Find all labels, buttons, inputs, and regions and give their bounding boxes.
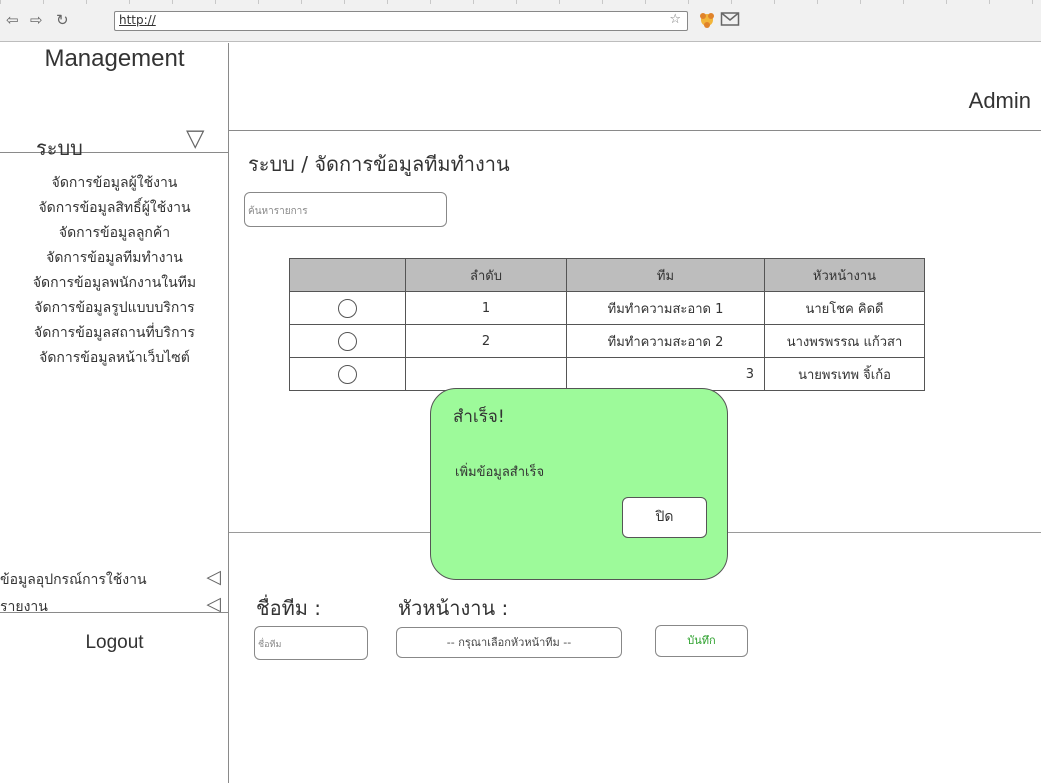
column-header-no: ลำดับ bbox=[405, 258, 567, 292]
sidebar-menu: จัดการข้อมูลผู้ใช้งาน จัดการข้อมูลสิทธิ์… bbox=[0, 171, 229, 371]
table-cell-select[interactable] bbox=[289, 291, 406, 325]
radio-button[interactable] bbox=[338, 331, 357, 351]
ruler-ticks bbox=[0, 0, 1041, 4]
sidebar-item-label: ข้อมูลอุปกรณ์การใช้งาน bbox=[0, 572, 147, 588]
app-brand: Management bbox=[44, 45, 185, 72]
sidebar bbox=[0, 43, 229, 783]
table-cell-team: ทีมทำความสะอาด 1 bbox=[566, 291, 765, 325]
sidebar-item-equipment[interactable]: ข้อมูลอุปกรณ์การใช้งาน ◁ bbox=[0, 566, 229, 591]
sidebar-item-service-types[interactable]: จัดการข้อมูลรูปแบบบริการ bbox=[0, 296, 229, 321]
table-header-row: ลำดับ ทีม หัวหน้างาน bbox=[289, 258, 925, 292]
address-bar[interactable]: http:// ☆ bbox=[114, 11, 688, 31]
table-row[interactable]: 2 ทีมทำความสะอาด 2 นางพรพรรณ แก้วสา bbox=[289, 324, 925, 358]
url-text: http:// bbox=[119, 13, 156, 27]
table-cell-no: 2 bbox=[405, 324, 567, 358]
dialog-message: เพิ่มข้อมูลสำเร็จ bbox=[455, 465, 545, 480]
search-input[interactable]: ค้นหารายการ bbox=[244, 192, 447, 227]
team-name-input[interactable]: ชื่อทีม bbox=[254, 626, 368, 660]
sidebar-item-teams[interactable]: จัดการข้อมูลทีมทำงาน bbox=[0, 246, 229, 271]
table-cell-select[interactable] bbox=[289, 324, 406, 358]
column-header-team: ทีม bbox=[566, 258, 765, 292]
sidebar-item-user-permissions[interactable]: จัดการข้อมูลสิทธิ์ผู้ใช้งาน bbox=[0, 196, 229, 221]
table-cell-select[interactable] bbox=[289, 357, 406, 391]
back-arrow-icon[interactable]: ⇦ bbox=[6, 11, 19, 29]
browser-toolbar: ⇦ ⇨ ↻ http:// ☆ bbox=[0, 0, 1041, 42]
sidebar-item-team-employees[interactable]: จัดการข้อมูลพนักงานในทีม bbox=[0, 271, 229, 296]
sidebar-item-website-pages[interactable]: จัดการข้อมูลหน้าเว็บไซต์ bbox=[0, 346, 229, 371]
table-cell-no bbox=[405, 357, 567, 391]
table-row[interactable]: 3 นายพรเทพ จิ้เก้อ bbox=[289, 357, 925, 391]
table-cell-leader: นางพรพรรณ แก้วสา bbox=[764, 324, 925, 358]
sidebar-item-service-locations[interactable]: จัดการข้อมูลสถานที่บริการ bbox=[0, 321, 229, 346]
column-header-select bbox=[289, 258, 406, 292]
extension-icon[interactable] bbox=[698, 10, 716, 34]
chevron-left-icon[interactable]: ◁ bbox=[206, 566, 221, 588]
user-name[interactable]: Admin bbox=[969, 88, 1031, 114]
forward-arrow-icon[interactable]: ⇨ bbox=[30, 11, 43, 29]
sidebar-item-users[interactable]: จัดการข้อมูลผู้ใช้งาน bbox=[0, 171, 229, 196]
table-cell-team: 3 bbox=[566, 357, 765, 391]
radio-button[interactable] bbox=[338, 364, 357, 384]
chevron-down-icon[interactable]: ▽ bbox=[186, 124, 204, 152]
table-row[interactable]: 1 ทีมทำความสะอาด 1 นายโชค คิดดี bbox=[289, 291, 925, 325]
team-leader-select[interactable]: -- กรุณาเลือกหัวหน้าทีม -- bbox=[396, 627, 622, 658]
mail-icon[interactable] bbox=[720, 10, 740, 32]
sidebar-divider bbox=[0, 152, 229, 153]
dialog-title: สำเร็จ! bbox=[453, 407, 505, 427]
logout-button[interactable]: Logout bbox=[0, 632, 229, 654]
breadcrumb: ระบบ / จัดการข้อมูลทีมทำงาน bbox=[248, 152, 510, 176]
column-header-leader: หัวหน้างาน bbox=[764, 258, 925, 292]
radio-button[interactable] bbox=[338, 298, 357, 318]
teams-table: ลำดับ ทีม หัวหน้างาน 1 ทีมทำความสะอาด 1 … bbox=[289, 258, 925, 391]
table-cell-team: ทีมทำความสะอาด 2 bbox=[566, 324, 765, 358]
star-icon[interactable]: ☆ bbox=[669, 12, 681, 27]
close-button[interactable]: ปิด bbox=[622, 497, 707, 538]
team-leader-label: หัวหน้างาน : bbox=[398, 596, 509, 620]
save-button[interactable]: บันทึก bbox=[655, 625, 748, 657]
header-divider bbox=[229, 130, 1041, 131]
sidebar-divider bbox=[0, 612, 229, 613]
sidebar-section-system[interactable]: ระบบ bbox=[36, 132, 83, 164]
reload-icon[interactable]: ↻ bbox=[56, 11, 69, 29]
table-cell-no: 1 bbox=[405, 291, 567, 325]
sidebar-item-reports[interactable]: รายงาน ◁ bbox=[0, 593, 229, 618]
team-name-label: ชื่อทีม : bbox=[256, 596, 322, 620]
sidebar-item-customers[interactable]: จัดการข้อมูลลูกค้า bbox=[0, 221, 229, 246]
table-cell-leader: นายพรเทพ จิ้เก้อ bbox=[764, 357, 925, 391]
success-dialog: สำเร็จ! เพิ่มข้อมูลสำเร็จ ปิด bbox=[430, 388, 728, 580]
table-cell-leader: นายโชค คิดดี bbox=[764, 291, 925, 325]
